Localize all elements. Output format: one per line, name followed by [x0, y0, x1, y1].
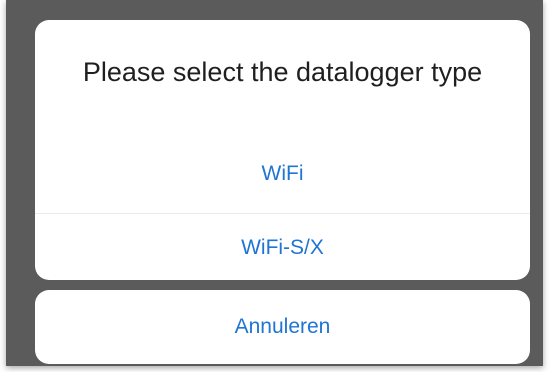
divider	[35, 213, 530, 214]
cancel-button[interactable]: Annuleren	[35, 290, 530, 364]
option-wifi-sx[interactable]: WiFi-S/X	[35, 216, 530, 280]
screen-frame: Please select the datalogger type WiFi W…	[6, 0, 543, 366]
dialog-title: Please select the datalogger type	[82, 56, 483, 87]
action-sheet: Please select the datalogger type WiFi W…	[35, 20, 530, 280]
option-wifi[interactable]: WiFi	[35, 135, 530, 213]
